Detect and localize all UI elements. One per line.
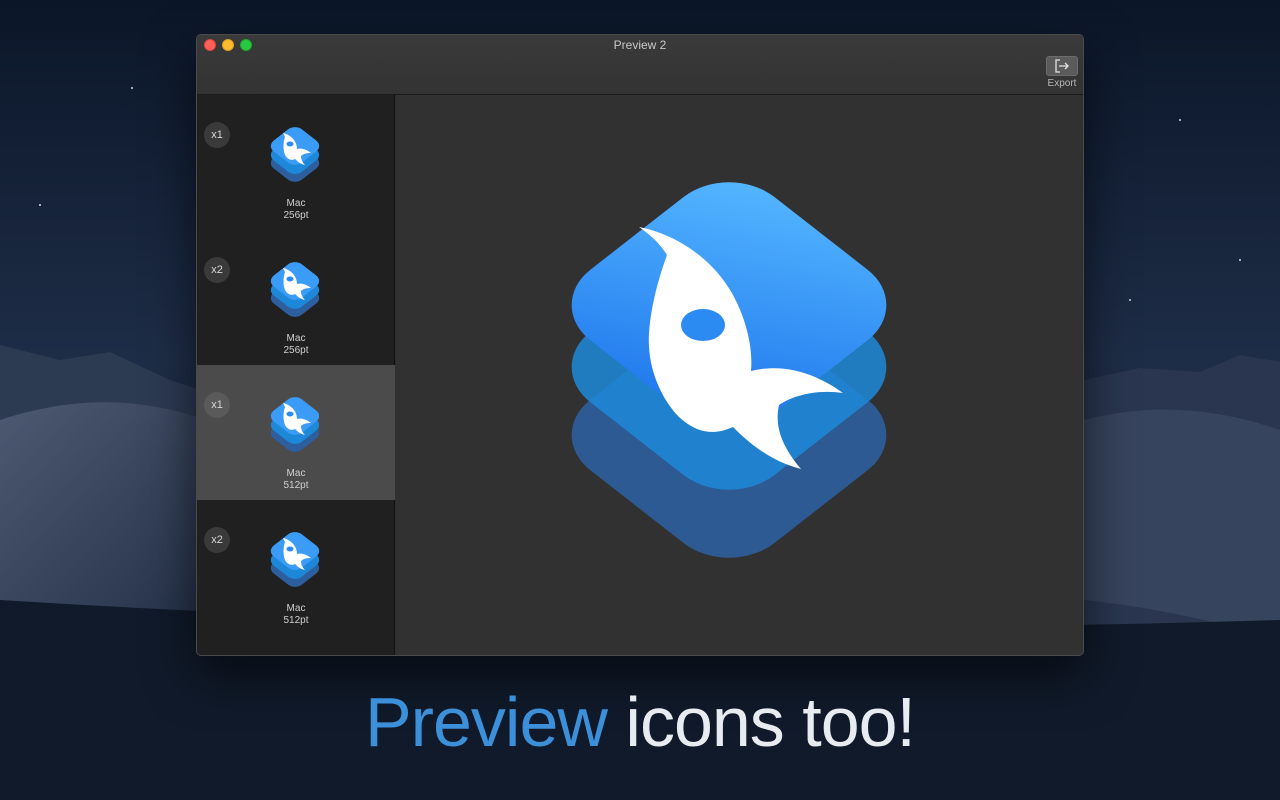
sidebar-item-label: Mac 512pt bbox=[246, 468, 346, 492]
preview-window: Preview 2 Export x1 Mac 256pt x2 Mac 256pt x1 M… bbox=[196, 34, 1084, 656]
tagline-rest: icons too! bbox=[606, 683, 916, 761]
export-label: Export bbox=[1047, 78, 1077, 89]
window-title: Preview 2 bbox=[613, 38, 667, 52]
platform-label: Mac bbox=[286, 468, 306, 479]
rocket-app-icon bbox=[270, 397, 320, 452]
export-button[interactable] bbox=[1046, 56, 1078, 76]
export-icon bbox=[1055, 59, 1069, 73]
scale-badge: x2 bbox=[204, 527, 230, 553]
platform-label: Mac bbox=[286, 198, 306, 209]
window-titlebar: Preview 2 Export bbox=[197, 35, 1083, 95]
sidebar-item[interactable]: x1 Mac 512pt bbox=[197, 365, 395, 500]
size-label: 512pt bbox=[283, 615, 309, 626]
scale-badge: x1 bbox=[204, 392, 230, 418]
sidebar-item[interactable]: x2 Mac 512pt bbox=[197, 500, 395, 635]
rocket-app-icon bbox=[270, 127, 320, 182]
icon-preview-area bbox=[396, 95, 1083, 655]
size-label: 256pt bbox=[283, 210, 309, 221]
platform-label: Mac bbox=[286, 333, 306, 344]
rocket-app-icon bbox=[270, 262, 320, 317]
size-label: 256pt bbox=[283, 345, 309, 356]
sidebar-item-label: Mac 256pt bbox=[246, 198, 346, 222]
scale-badge: x2 bbox=[204, 257, 230, 283]
platform-label: Mac bbox=[286, 603, 306, 614]
sidebar-item[interactable]: x2 Mac 256pt bbox=[197, 230, 395, 365]
marketing-tagline: Preview icons too! bbox=[0, 680, 1280, 764]
sidebar-item-label: Mac 512pt bbox=[246, 603, 346, 627]
sidebar-item[interactable]: x1 Mac 256pt bbox=[197, 95, 395, 230]
scale-badge: x1 bbox=[204, 122, 230, 148]
tagline-accent: Preview bbox=[364, 683, 608, 761]
size-label: 512pt bbox=[283, 480, 309, 491]
icon-size-sidebar: x1 Mac 256pt x2 Mac 256pt x1 Mac 512pt x2 Mac 512pt bbox=[197, 95, 395, 655]
rocket-app-icon bbox=[571, 182, 887, 558]
sidebar-item-label: Mac 256pt bbox=[246, 333, 346, 357]
rocket-app-icon bbox=[270, 532, 320, 587]
